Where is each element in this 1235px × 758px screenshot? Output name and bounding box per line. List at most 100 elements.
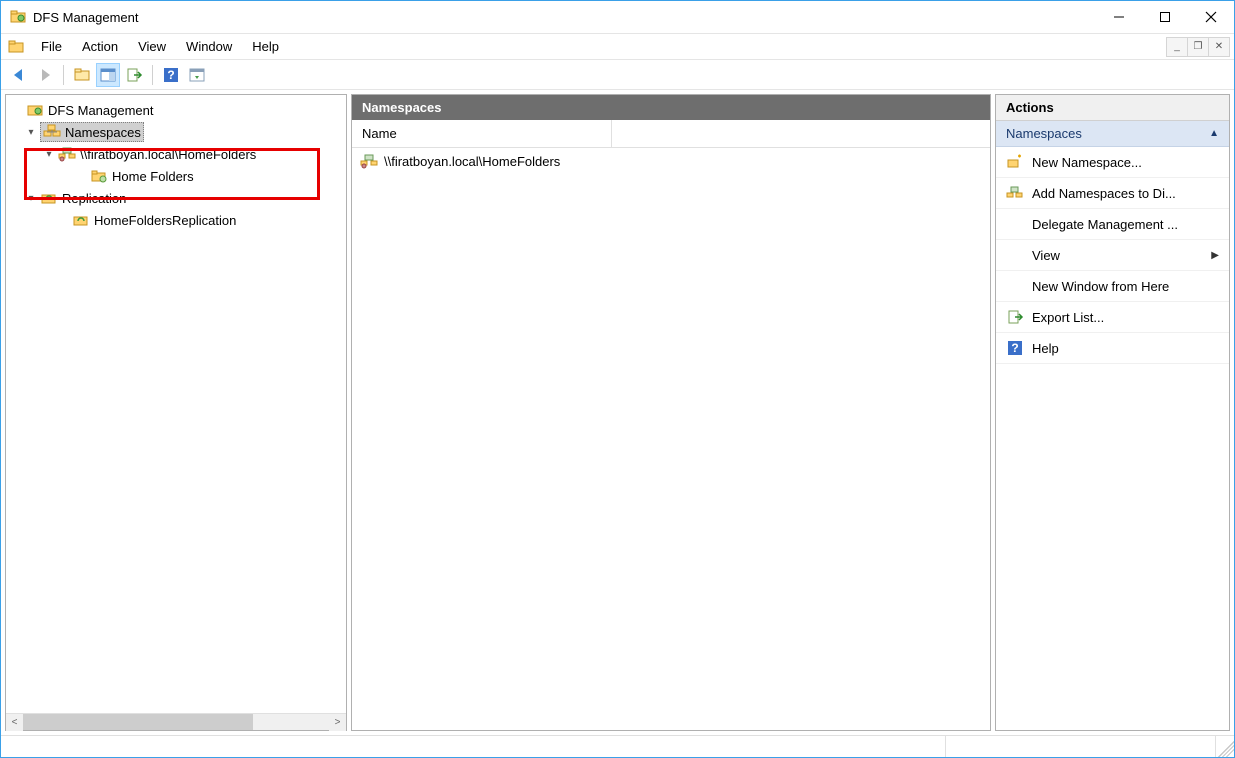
back-button[interactable] (7, 63, 31, 87)
status-segment (946, 736, 1216, 757)
tree-namespace-child[interactable]: Home Folders (6, 165, 346, 187)
mdi-minimize-button[interactable]: _ (1166, 37, 1188, 57)
menu-action[interactable]: Action (72, 36, 128, 57)
minimize-button[interactable] (1096, 1, 1142, 33)
actions-group-label: Namespaces (1006, 126, 1082, 141)
scroll-track[interactable] (23, 714, 329, 730)
tree-pane: DFS Management Namespaces \\firatboyan.l… (5, 94, 347, 731)
blank-icon (1006, 215, 1024, 233)
tree-expander-icon (56, 213, 70, 227)
column-header-name[interactable]: Name (352, 120, 612, 147)
maximize-button[interactable] (1142, 1, 1188, 33)
tree-replication-label: Replication (62, 191, 126, 206)
titlebar: DFS Management (1, 1, 1234, 33)
collapse-icon: ▲ (1209, 128, 1219, 139)
menubar: File Action View Window Help _ ❐ ✕ (1, 33, 1234, 60)
app-icon (9, 8, 27, 26)
column-header-row: Name (352, 120, 990, 148)
tree-replication-child[interactable]: HomeFoldersReplication (6, 209, 346, 231)
mdi-controls: _ ❐ ✕ (1167, 37, 1230, 57)
menu-file[interactable]: File (31, 36, 72, 57)
refresh-button[interactable] (185, 63, 209, 87)
tree-namespace-path-label: \\firatboyan.local\HomeFolders (80, 147, 256, 162)
action-label: Add Namespaces to Di... (1032, 186, 1219, 201)
detail-header: Namespaces (352, 95, 990, 120)
list-item[interactable]: \\firatboyan.local\HomeFolders (352, 150, 990, 172)
action-new-window[interactable]: New Window from Here (996, 271, 1229, 302)
window-title: DFS Management (33, 10, 1096, 25)
action-delegate-management[interactable]: Delegate Management ... (996, 209, 1229, 240)
submenu-arrow-icon: ▶ (1211, 250, 1219, 261)
action-view[interactable]: View ▶ (996, 240, 1229, 271)
scroll-left-button[interactable]: < (6, 714, 23, 731)
add-namespace-icon (1006, 184, 1024, 202)
scroll-thumb[interactable] (23, 714, 253, 730)
svg-text:?: ? (167, 68, 174, 82)
folder-link-icon (90, 167, 108, 185)
tree-namespaces[interactable]: Namespaces (6, 121, 346, 143)
export-icon (1006, 308, 1024, 326)
show-hide-tree-button[interactable] (70, 63, 94, 87)
menu-help[interactable]: Help (242, 36, 289, 57)
tree-namespace-path[interactable]: \\firatboyan.local\HomeFolders (6, 143, 346, 165)
tree-root[interactable]: DFS Management (6, 99, 346, 121)
show-hide-action-pane-button[interactable] (96, 63, 120, 87)
actions-title: Actions (996, 95, 1229, 121)
tree-expander-icon[interactable] (24, 125, 38, 139)
tree-horizontal-scrollbar[interactable]: < > (6, 713, 346, 730)
tree[interactable]: DFS Management Namespaces \\firatboyan.l… (6, 95, 346, 713)
help-icon: ? (1006, 339, 1024, 357)
menu-view[interactable]: View (128, 36, 176, 57)
svg-text:?: ? (1011, 341, 1018, 355)
detail-pane: Namespaces Name \\firatboyan.local\HomeF… (351, 94, 991, 731)
dfs-root-icon (26, 101, 44, 119)
tree-replication-child-label: HomeFoldersReplication (94, 213, 236, 228)
tree-replication[interactable]: Replication (6, 187, 346, 209)
action-label: View (1032, 248, 1203, 263)
statusbar (1, 735, 1234, 757)
actions-group-header[interactable]: Namespaces ▲ (996, 121, 1229, 147)
action-label: New Window from Here (1032, 279, 1219, 294)
help-button-toolbar[interactable]: ? (159, 63, 183, 87)
tree-namespaces-label: Namespaces (65, 125, 141, 140)
actions-pane: Actions Namespaces ▲ New Namespace... Ad… (995, 94, 1230, 731)
tree-expander-icon (10, 103, 24, 117)
action-add-namespaces[interactable]: Add Namespaces to Di... (996, 178, 1229, 209)
replication-icon (40, 189, 58, 207)
action-label: Delegate Management ... (1032, 217, 1219, 232)
blank-icon (1006, 277, 1024, 295)
blank-icon (1006, 246, 1024, 264)
workspace: DFS Management Namespaces \\firatboyan.l… (1, 90, 1234, 735)
action-export-list[interactable]: Export List... (996, 302, 1229, 333)
detail-body[interactable]: \\firatboyan.local\HomeFolders (352, 148, 990, 730)
menu-window[interactable]: Window (176, 36, 242, 57)
namespace-icon (360, 152, 378, 170)
list-item-label: \\firatboyan.local\HomeFolders (384, 154, 560, 169)
toolbar-separator (152, 65, 153, 85)
mdi-restore-button[interactable]: ❐ (1187, 37, 1209, 57)
status-segment (1, 736, 946, 757)
action-label: Export List... (1032, 310, 1219, 325)
resize-grip[interactable] (1216, 736, 1234, 757)
export-list-button-toolbar[interactable] (122, 63, 146, 87)
toolbar: ? (1, 60, 1234, 90)
tree-namespace-child-label: Home Folders (112, 169, 194, 184)
toolbar-separator (63, 65, 64, 85)
action-label: New Namespace... (1032, 155, 1219, 170)
menu-app-icon (7, 38, 25, 56)
tree-root-label: DFS Management (48, 103, 154, 118)
tree-expander-icon (74, 169, 88, 183)
forward-button[interactable] (33, 63, 57, 87)
tree-expander-icon[interactable] (42, 147, 56, 161)
replication-group-icon (72, 211, 90, 229)
action-new-namespace[interactable]: New Namespace... (996, 147, 1229, 178)
tree-expander-icon[interactable] (24, 191, 38, 205)
scroll-right-button[interactable]: > (329, 714, 346, 731)
new-namespace-icon (1006, 153, 1024, 171)
mdi-close-button[interactable]: ✕ (1208, 37, 1230, 57)
action-help[interactable]: ? Help (996, 333, 1229, 364)
namespaces-icon (43, 123, 61, 141)
namespace-icon (58, 145, 76, 163)
action-label: Help (1032, 341, 1219, 356)
close-button[interactable] (1188, 1, 1234, 33)
